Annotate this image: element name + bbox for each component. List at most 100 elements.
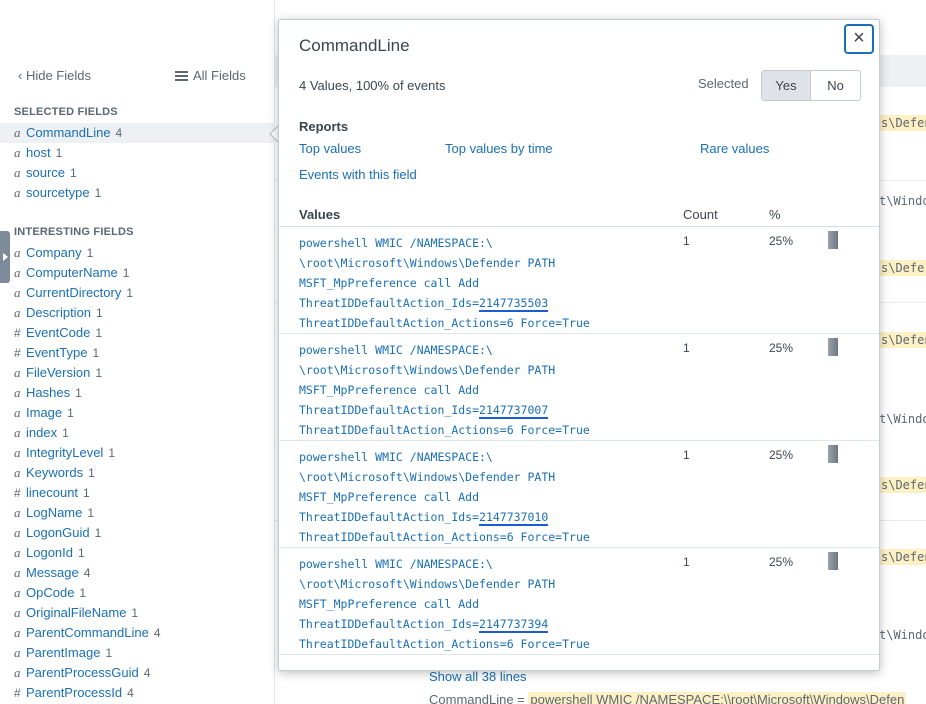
value-link[interactable]: powershell WMIC /NAMESPACE:\ \root\Micro… <box>299 233 590 333</box>
field-item-parentcommandline[interactable]: a ParentCommandLine 4 <box>0 623 275 643</box>
field-count: 1 <box>78 546 85 560</box>
events-with-field-link[interactable]: Events with this field <box>299 167 417 182</box>
field-count: 4 <box>127 686 134 700</box>
field-name: LogonGuid <box>26 525 90 540</box>
value-line: ThreatIDDefaultAction_Ids= <box>299 296 480 310</box>
field-key: CommandLine = <box>429 692 529 704</box>
show-all-lines-link[interactable]: Show all 38 lines <box>429 669 527 684</box>
field-type-icon: a <box>14 465 21 480</box>
threat-id: 2147737010 <box>479 510 549 526</box>
field-name: ParentImage <box>26 645 101 660</box>
field-item-opcode[interactable]: a OpCode 1 <box>0 583 275 603</box>
field-item-image[interactable]: a Image 1 <box>0 403 275 423</box>
field-type-icon: a <box>14 445 21 460</box>
field-name: EventType <box>26 345 88 360</box>
selected-no-button[interactable]: No <box>811 71 860 100</box>
field-type-icon: a <box>14 565 21 580</box>
field-item-integritylevel[interactable]: a IntegrityLevel 1 <box>0 443 275 463</box>
top-values-link[interactable]: Top values <box>299 141 361 156</box>
field-item-logname[interactable]: a LogName 1 <box>0 503 275 523</box>
field-count: 1 <box>126 286 134 300</box>
field-type-icon: a <box>14 425 21 440</box>
field-count: 1 <box>94 526 102 540</box>
value-line: powershell WMIC /NAMESPACE:\ <box>299 343 493 357</box>
sidebar-toolbar: ‹ Hide Fields All Fields <box>0 68 275 84</box>
field-value[interactable]: powershell WMIC /NAMESPACE:\\root\Micros… <box>528 692 907 704</box>
field-item-source[interactable]: a source 1 <box>0 163 275 183</box>
top-values-by-time-link[interactable]: Top values by time <box>445 141 553 156</box>
fields-sidebar: ‹ Hide Fields All Fields SELECTED FIELDS… <box>0 0 275 704</box>
value-line: MSFT_MpPreference call Add <box>299 383 480 397</box>
value-percent: 25% <box>769 341 794 355</box>
field-item-fileversion[interactable]: a FileVersion 1 <box>0 363 275 383</box>
field-name: LogName <box>26 505 83 520</box>
field-type-icon: a <box>14 305 21 320</box>
value-line: powershell WMIC /NAMESPACE:\ <box>299 557 493 571</box>
field-name: CommandLine <box>26 125 111 140</box>
field-item-originalfilename[interactable]: a OriginalFileName 1 <box>0 603 275 623</box>
field-name: LogonId <box>26 545 73 560</box>
value-percent: 25% <box>769 555 794 569</box>
field-item-eventtype[interactable]: # EventType 1 <box>0 343 275 363</box>
field-type-icon: a <box>14 245 21 260</box>
value-line: ThreatIDDefaultAction_Ids= <box>299 617 480 631</box>
field-item-linecount[interactable]: # linecount 1 <box>0 483 275 503</box>
value-line: MSFT_MpPreference call Add <box>299 490 480 504</box>
selected-yes-button[interactable]: Yes <box>762 71 811 100</box>
field-count: 1 <box>86 246 94 260</box>
value-percent: 25% <box>769 234 794 248</box>
field-count: 1 <box>87 506 95 520</box>
close-button[interactable]: × <box>844 24 874 54</box>
field-count: 1 <box>95 326 103 340</box>
popup-title: CommandLine <box>299 36 410 55</box>
value-line: \root\Microsoft\Windows\Defender PATH <box>299 256 556 270</box>
event-snippet: t\Windo <box>879 194 926 208</box>
field-type-icon: a <box>14 605 21 620</box>
field-name: ComputerName <box>26 265 118 280</box>
all-fields-label: All Fields <box>193 68 246 83</box>
field-count: 4 <box>153 626 161 640</box>
field-item-parentimage[interactable]: a ParentImage 1 <box>0 643 275 663</box>
selected-fields-list: a CommandLine 4 a host 1 a source 1 a sourcetype 1 <box>0 123 275 203</box>
event-snippet: t\Windo <box>879 628 926 642</box>
field-item-keywords[interactable]: a Keywords 1 <box>0 463 275 483</box>
field-name: IntegrityLevel <box>26 445 104 460</box>
field-item-host[interactable]: a host 1 <box>0 143 275 163</box>
field-type-icon: a <box>14 645 21 660</box>
field-item-eventcode[interactable]: # EventCode 1 <box>0 323 275 343</box>
field-item-description[interactable]: a Description 1 <box>0 303 275 323</box>
field-count: 4 <box>143 666 151 680</box>
field-item-message[interactable]: a Message 4 <box>0 563 275 583</box>
value-link[interactable]: powershell WMIC /NAMESPACE:\ \root\Micro… <box>299 340 590 440</box>
sidebar-collapse-handle[interactable] <box>0 231 10 283</box>
field-type-icon: a <box>14 625 21 640</box>
values-summary: 4 Values, 100% of events <box>299 78 446 93</box>
field-count: 1 <box>94 186 102 200</box>
list-icon <box>175 71 188 81</box>
rare-values-link[interactable]: Rare values <box>700 141 769 156</box>
event-snippet: s\Defen <box>879 477 926 493</box>
field-item-hashes[interactable]: a Hashes 1 <box>0 383 275 403</box>
field-item-logonguid[interactable]: a LogonGuid 1 <box>0 523 275 543</box>
field-type-icon: a <box>14 585 21 600</box>
field-item-computername[interactable]: a ComputerName 1 <box>0 263 275 283</box>
field-item-parentprocessguid[interactable]: a ParentProcessGuid 4 <box>0 663 275 683</box>
field-item-sourcetype[interactable]: a sourcetype 1 <box>0 183 275 203</box>
field-item-currentdirectory[interactable]: a CurrentDirectory 1 <box>0 283 275 303</box>
percent-bar <box>828 445 838 463</box>
field-item-logonid[interactable]: a LogonId 1 <box>0 543 275 563</box>
event-snippet: s\Defen <box>879 115 926 131</box>
value-count: 1 <box>683 341 690 355</box>
field-type-icon: a <box>14 125 21 140</box>
value-link[interactable]: powershell WMIC /NAMESPACE:\ \root\Micro… <box>299 447 590 547</box>
field-item-company[interactable]: a Company 1 <box>0 243 275 263</box>
field-item-index[interactable]: a index 1 <box>0 423 275 443</box>
field-name: Hashes <box>26 385 71 400</box>
hide-fields-link[interactable]: ‹ Hide Fields <box>18 68 91 83</box>
field-item-parentprocessid[interactable]: # ParentProcessId 4 <box>0 683 275 703</box>
all-fields-link[interactable]: All Fields <box>175 68 246 83</box>
field-item-commandline[interactable]: a CommandLine 4 <box>0 123 275 143</box>
percent-bar <box>828 231 838 249</box>
value-link[interactable]: powershell WMIC /NAMESPACE:\ \root\Micro… <box>299 554 590 654</box>
field-name: index <box>26 425 58 440</box>
